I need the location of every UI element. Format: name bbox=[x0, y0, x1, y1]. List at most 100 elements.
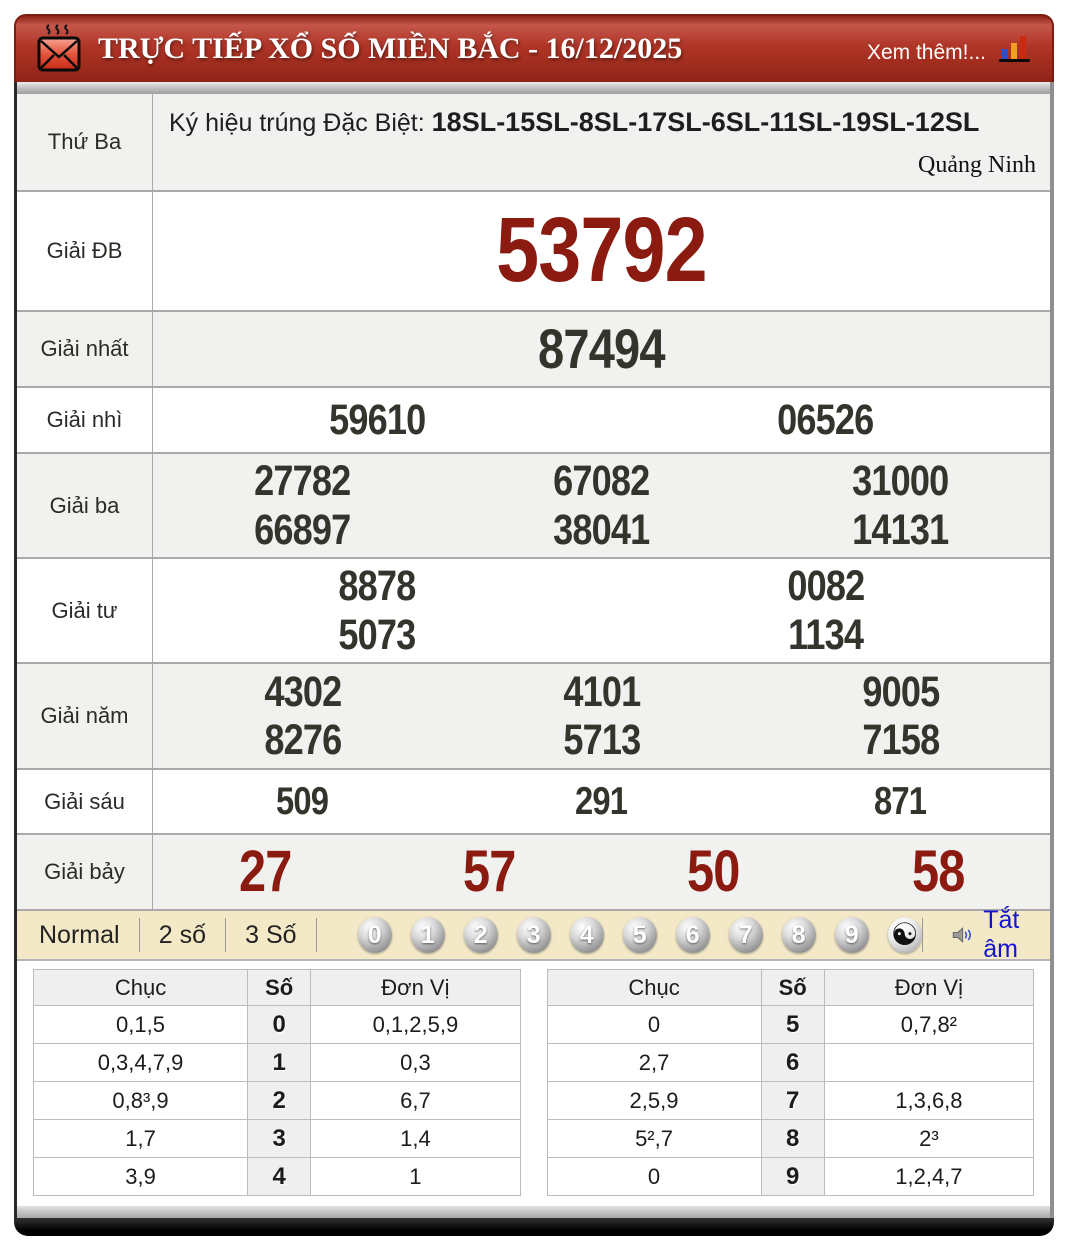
table-row: 1,7 3 1,4 bbox=[32, 1119, 521, 1158]
cell-so: 9 bbox=[760, 1157, 825, 1196]
summary-section: Chục Số Đơn Vị 0,1,5 0 0,1,2,5,9 0,3,4,7… bbox=[17, 961, 1050, 1206]
ball-1[interactable]: 1 bbox=[410, 917, 445, 953]
col-header-chuc: Chục bbox=[546, 969, 762, 1006]
table-row: 0,8³,9 2 6,7 bbox=[32, 1081, 521, 1120]
prize-number: 5073 bbox=[338, 610, 417, 659]
separator bbox=[921, 918, 923, 952]
table-row-giai-sau: Giải sáu 509 291 871 bbox=[17, 770, 1050, 835]
ball-6[interactable]: 6 bbox=[675, 917, 710, 953]
row-label: Giải ĐB bbox=[17, 192, 153, 310]
cell-so: 0 bbox=[247, 1005, 312, 1044]
province-label: Quảng Ninh bbox=[918, 151, 1036, 178]
table-row-giai-bay: Giải bảy 27 57 50 58 bbox=[17, 835, 1050, 911]
header-bar: TRỰC TIẾP XỔ SỐ MIỀN BẮC - 16/12/2025 Xe… bbox=[14, 14, 1054, 82]
prize-number: 509 bbox=[276, 779, 329, 823]
summary-table-right: Chục Số Đơn Vị 0 5 0,7,8² 2,7 6 2,5,9 7 bbox=[546, 969, 1035, 1196]
cell-chuc: 2,5,9 bbox=[546, 1081, 762, 1120]
cell-chuc: 0 bbox=[546, 1005, 762, 1044]
number-balls: 0 1 2 3 4 5 6 7 8 9 ☯ bbox=[357, 917, 922, 953]
separator bbox=[138, 918, 140, 952]
cell-so: 8 bbox=[760, 1119, 825, 1158]
speaker-icon bbox=[952, 927, 971, 943]
prize-number: 38041 bbox=[553, 505, 650, 554]
prize-number: 31000 bbox=[852, 457, 949, 506]
table-row-giai-nhat: Giải nhất 87494 bbox=[17, 312, 1050, 388]
table-row: 0,1,5 0 0,1,2,5,9 bbox=[32, 1005, 521, 1044]
hot-envelope-icon bbox=[37, 24, 81, 72]
table-row: 2,7 6 bbox=[546, 1043, 1035, 1082]
cell-donvi: 1,2,4,7 bbox=[823, 1157, 1035, 1196]
mute-label: Tắt âm bbox=[983, 906, 1020, 963]
cell-donvi: 1,4 bbox=[310, 1119, 521, 1158]
cell-chuc: 1,7 bbox=[32, 1119, 249, 1158]
separator bbox=[315, 918, 317, 952]
row-label: Giải nhì bbox=[17, 388, 153, 452]
prize-number: 27782 bbox=[254, 457, 351, 506]
prize-number: 7158 bbox=[861, 716, 940, 764]
cell-donvi: 1,3,6,8 bbox=[823, 1081, 1035, 1120]
prize-number: 66897 bbox=[254, 505, 351, 554]
cell-chuc: 5²,7 bbox=[546, 1119, 762, 1158]
cell-donvi: 6,7 bbox=[310, 1081, 521, 1120]
ball-9[interactable]: 9 bbox=[834, 917, 869, 953]
cell-so: 2 bbox=[247, 1081, 312, 1120]
prize-number: 87494 bbox=[538, 316, 665, 380]
table-row: 2,5,9 7 1,3,6,8 bbox=[546, 1081, 1035, 1120]
cell-donvi bbox=[823, 1043, 1035, 1082]
results-table: Thứ Ba Ký hiệu trúng Đặc Biệt: 18SL-15SL… bbox=[14, 94, 1054, 1206]
col-header-chuc: Chục bbox=[32, 969, 249, 1006]
cell-so: 3 bbox=[247, 1119, 312, 1158]
prize-number: 53792 bbox=[496, 199, 708, 302]
ball-8[interactable]: 8 bbox=[781, 917, 816, 953]
prize-number: 27 bbox=[238, 838, 292, 904]
cell-donvi: 0,1,2,5,9 bbox=[310, 1005, 521, 1044]
bar-chart-icon[interactable] bbox=[998, 33, 1032, 65]
row-label: Giải năm bbox=[17, 664, 153, 768]
prize-number: 14131 bbox=[852, 505, 949, 554]
prize-number: 4302 bbox=[263, 667, 342, 716]
prize-number: 8276 bbox=[263, 716, 342, 764]
cell-chuc: 0,1,5 bbox=[32, 1005, 249, 1044]
page: TRỰC TIẾP XỔ SỐ MIỀN BẮC - 16/12/2025 Xe… bbox=[0, 0, 1068, 1250]
yin-yang-icon[interactable]: ☯ bbox=[887, 917, 922, 953]
prize-number: 1134 bbox=[788, 610, 864, 659]
mode-2so[interactable]: 2 số bbox=[155, 921, 210, 950]
table-row-info: Thứ Ba Ký hiệu trúng Đặc Biệt: 18SL-15SL… bbox=[17, 94, 1050, 192]
prize-number: 67082 bbox=[553, 457, 650, 506]
table-row-giai-nhi: Giải nhì 59610 06526 bbox=[17, 388, 1050, 454]
prize-number: 59610 bbox=[329, 395, 426, 444]
table-row-giai-db: Giải ĐB 53792 bbox=[17, 192, 1050, 312]
row-label: Giải ba bbox=[17, 454, 153, 557]
see-more-link[interactable]: Xem thêm!... bbox=[867, 41, 986, 65]
footer-bevel bbox=[14, 1206, 1054, 1218]
ball-5[interactable]: 5 bbox=[622, 917, 657, 953]
ball-2[interactable]: 2 bbox=[463, 917, 498, 953]
table-row-giai-nam: Giải năm 4302 4101 9005 8276 5713 7158 bbox=[17, 664, 1050, 770]
mute-button[interactable]: Tắt âm bbox=[952, 906, 1032, 964]
row-label: Giải sáu bbox=[17, 770, 153, 833]
cell-chuc: 0 bbox=[546, 1157, 762, 1196]
symbol-codes: 18SL-15SL-8SL-17SL-6SL-11SL-19SL-12SL bbox=[431, 107, 980, 137]
cell-so: 1 bbox=[247, 1043, 312, 1082]
cell-donvi: 0,3 bbox=[310, 1043, 521, 1082]
ball-0[interactable]: 0 bbox=[357, 917, 392, 953]
ball-4[interactable]: 4 bbox=[569, 917, 604, 953]
prize-number: 58 bbox=[911, 838, 965, 904]
table-row: 3,9 4 1 bbox=[32, 1157, 521, 1196]
table-row: 0 5 0,7,8² bbox=[546, 1005, 1035, 1044]
cell-donvi: 0,7,8² bbox=[823, 1005, 1035, 1044]
special-symbol-cell: Ký hiệu trúng Đặc Biệt: 18SL-15SL-8SL-17… bbox=[153, 94, 1050, 190]
col-header-so: Số bbox=[760, 969, 825, 1006]
col-header-donvi: Đơn Vị bbox=[310, 969, 521, 1006]
prize-number: 57 bbox=[463, 838, 516, 904]
mode-normal[interactable]: Normal bbox=[35, 921, 124, 950]
mode-3so[interactable]: 3 Số bbox=[241, 921, 300, 950]
table-row-giai-ba: Giải ba 27782 67082 31000 66897 38041 14… bbox=[17, 454, 1050, 559]
cell-chuc: 3,9 bbox=[32, 1157, 249, 1196]
cell-so: 5 bbox=[760, 1005, 825, 1044]
ball-3[interactable]: 3 bbox=[516, 917, 551, 953]
ball-7[interactable]: 7 bbox=[728, 917, 763, 953]
day-label: Thứ Ba bbox=[17, 94, 153, 190]
cell-so: 6 bbox=[760, 1043, 825, 1082]
lottery-widget: TRỰC TIẾP XỔ SỐ MIỀN BẮC - 16/12/2025 Xe… bbox=[14, 14, 1054, 1236]
